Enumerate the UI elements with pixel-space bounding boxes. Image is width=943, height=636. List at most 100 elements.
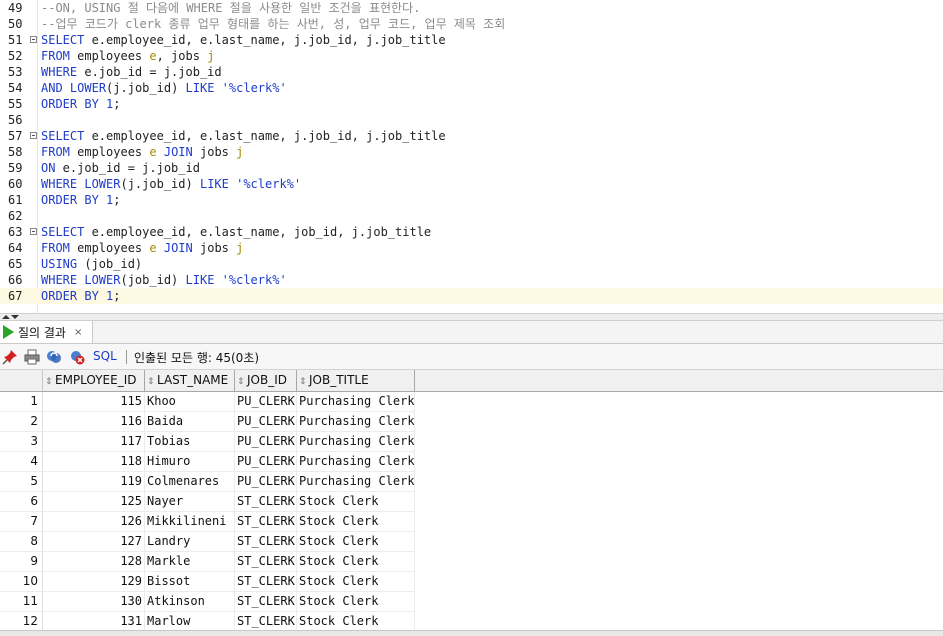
close-tab-icon[interactable]: ×	[74, 327, 82, 338]
fold-toggle-icon[interactable]	[30, 36, 37, 43]
cell-job-id[interactable]: ST_CLERK	[235, 532, 297, 551]
cell-job-id[interactable]: PU_CLERK	[235, 412, 297, 431]
cell-job-title[interactable]: Stock Clerk	[297, 512, 415, 531]
table-row[interactable]: 10 129 Bissot ST_CLERK Stock Clerk	[0, 572, 415, 592]
cell-last-name[interactable]: Himuro	[145, 452, 235, 471]
sort-icon[interactable]: ⇕	[147, 372, 155, 391]
code-line[interactable]: 52 FROM employees e, jobs j	[0, 48, 943, 64]
cell-employee-id[interactable]: 115	[43, 392, 145, 411]
row-number[interactable]: 4	[0, 452, 43, 471]
horizontal-scrollbar[interactable]	[0, 630, 943, 636]
cell-last-name[interactable]: Baida	[145, 412, 235, 431]
cell-last-name[interactable]: Tobias	[145, 432, 235, 451]
cell-last-name[interactable]: Colmenares	[145, 472, 235, 491]
row-number[interactable]: 5	[0, 472, 43, 491]
column-header-last-name[interactable]: ⇕ LAST_NAME	[145, 370, 235, 391]
sql-editor[interactable]: 49 --ON, USING 절 다음에 WHERE 절을 사용한 일반 조건을 …	[0, 0, 943, 313]
fold-toggle-icon[interactable]	[30, 228, 37, 235]
cell-job-title[interactable]: Purchasing Clerk	[297, 472, 415, 491]
cell-job-title[interactable]: Purchasing Clerk	[297, 432, 415, 451]
panel-splitter[interactable]	[0, 313, 943, 321]
refresh-icon[interactable]	[46, 349, 62, 365]
cell-job-id[interactable]: ST_CLERK	[235, 512, 297, 531]
code-line[interactable]: 61 ORDER BY 1;	[0, 192, 943, 208]
row-number[interactable]: 2	[0, 412, 43, 431]
cell-job-title[interactable]: Stock Clerk	[297, 612, 415, 631]
code-line[interactable]: 56	[0, 112, 943, 128]
collapse-up-icon[interactable]	[2, 315, 10, 319]
results-grid[interactable]: ⇕ EMPLOYEE_ID ⇕ LAST_NAME ⇕ JOB_ID ⇕ JOB_TIT…	[0, 370, 943, 636]
cell-employee-id[interactable]: 127	[43, 532, 145, 551]
cell-employee-id[interactable]: 117	[43, 432, 145, 451]
cell-last-name[interactable]: Mikkilineni	[145, 512, 235, 531]
code-line[interactable]: 64 FROM employees e JOIN jobs j	[0, 240, 943, 256]
cell-job-id[interactable]: ST_CLERK	[235, 592, 297, 611]
cell-employee-id[interactable]: 118	[43, 452, 145, 471]
pin-icon[interactable]	[2, 349, 18, 365]
cell-job-title[interactable]: Stock Clerk	[297, 532, 415, 551]
code-line[interactable]: 65 USING (job_id)	[0, 256, 943, 272]
row-number[interactable]: 6	[0, 492, 43, 511]
row-number[interactable]: 9	[0, 552, 43, 571]
sort-icon[interactable]: ⇕	[237, 372, 245, 391]
table-row[interactable]: 1 115 Khoo PU_CLERK Purchasing Clerk	[0, 392, 415, 412]
cell-job-id[interactable]: PU_CLERK	[235, 472, 297, 491]
table-row[interactable]: 2 116 Baida PU_CLERK Purchasing Clerk	[0, 412, 415, 432]
table-row[interactable]: 5 119 Colmenares PU_CLERK Purchasing Clerk	[0, 472, 415, 492]
table-row[interactable]: 6 125 Nayer ST_CLERK Stock Clerk	[0, 492, 415, 512]
cell-employee-id[interactable]: 128	[43, 552, 145, 571]
tab-query-result[interactable]: 질의 결과 ×	[0, 321, 93, 343]
code-line[interactable]: 53 WHERE e.job_id = j.job_id	[0, 64, 943, 80]
code-line[interactable]: 63 SELECT e.employee_id, e.last_name, job…	[0, 224, 943, 240]
cell-employee-id[interactable]: 125	[43, 492, 145, 511]
cell-job-id[interactable]: ST_CLERK	[235, 552, 297, 571]
code-line[interactable]: 55 ORDER BY 1;	[0, 96, 943, 112]
cell-employee-id[interactable]: 126	[43, 512, 145, 531]
table-row[interactable]: 3 117 Tobias PU_CLERK Purchasing Clerk	[0, 432, 415, 452]
table-row[interactable]: 8 127 Landry ST_CLERK Stock Clerk	[0, 532, 415, 552]
code-line[interactable]: 50 --업무 코드가 clerk 종류 업무 형태를 하는 사번, 성, 업무 …	[0, 16, 943, 32]
code-line[interactable]: 49 --ON, USING 절 다음에 WHERE 절을 사용한 일반 조건을 …	[0, 0, 943, 16]
code-line[interactable]: 51 SELECT e.employee_id, e.last_name, j.j…	[0, 32, 943, 48]
cell-last-name[interactable]: Markle	[145, 552, 235, 571]
cell-last-name[interactable]: Khoo	[145, 392, 235, 411]
code-line[interactable]: 60 WHERE LOWER(j.job_id) LIKE '%clerk%'	[0, 176, 943, 192]
table-row[interactable]: 9 128 Markle ST_CLERK Stock Clerk	[0, 552, 415, 572]
cell-last-name[interactable]: Marlow	[145, 612, 235, 631]
cell-job-title[interactable]: Purchasing Clerk	[297, 392, 415, 411]
cancel-query-icon[interactable]	[69, 349, 85, 365]
cell-last-name[interactable]: Nayer	[145, 492, 235, 511]
code-line[interactable]: 66 WHERE LOWER(job_id) LIKE '%clerk%'	[0, 272, 943, 288]
code-line[interactable]: 59 ON e.job_id = j.job_id	[0, 160, 943, 176]
row-number[interactable]: 7	[0, 512, 43, 531]
cell-last-name[interactable]: Atkinson	[145, 592, 235, 611]
column-header-job-title[interactable]: ⇕ JOB_TITLE	[297, 370, 415, 391]
sort-icon[interactable]: ⇕	[45, 372, 53, 391]
cell-job-id[interactable]: PU_CLERK	[235, 392, 297, 411]
column-header-job-id[interactable]: ⇕ JOB_ID	[235, 370, 297, 391]
cell-job-id[interactable]: ST_CLERK	[235, 572, 297, 591]
fold-toggle-icon[interactable]	[30, 132, 37, 139]
table-row[interactable]: 7 126 Mikkilineni ST_CLERK Stock Clerk	[0, 512, 415, 532]
code-line[interactable]: 58 FROM employees e JOIN jobs j	[0, 144, 943, 160]
row-number[interactable]: 8	[0, 532, 43, 551]
cell-employee-id[interactable]: 116	[43, 412, 145, 431]
table-row[interactable]: 4 118 Himuro PU_CLERK Purchasing Clerk	[0, 452, 415, 472]
cell-job-title[interactable]: Purchasing Clerk	[297, 452, 415, 471]
code-line[interactable]: 62	[0, 208, 943, 224]
cell-employee-id[interactable]: 119	[43, 472, 145, 491]
code-line[interactable]: 57 SELECT e.employee_id, e.last_name, j.j…	[0, 128, 943, 144]
cell-job-id[interactable]: ST_CLERK	[235, 492, 297, 511]
row-number[interactable]: 3	[0, 432, 43, 451]
cell-job-title[interactable]: Purchasing Clerk	[297, 412, 415, 431]
collapse-down-icon[interactable]	[11, 315, 19, 319]
cell-job-id[interactable]: ST_CLERK	[235, 612, 297, 631]
table-row[interactable]: 12 131 Marlow ST_CLERK Stock Clerk	[0, 612, 415, 632]
row-number[interactable]: 1	[0, 392, 43, 411]
cell-job-title[interactable]: Stock Clerk	[297, 492, 415, 511]
row-number[interactable]: 10	[0, 572, 43, 591]
cell-employee-id[interactable]: 131	[43, 612, 145, 631]
cell-job-title[interactable]: Stock Clerk	[297, 572, 415, 591]
print-icon[interactable]	[24, 349, 40, 365]
cell-job-id[interactable]: PU_CLERK	[235, 452, 297, 471]
